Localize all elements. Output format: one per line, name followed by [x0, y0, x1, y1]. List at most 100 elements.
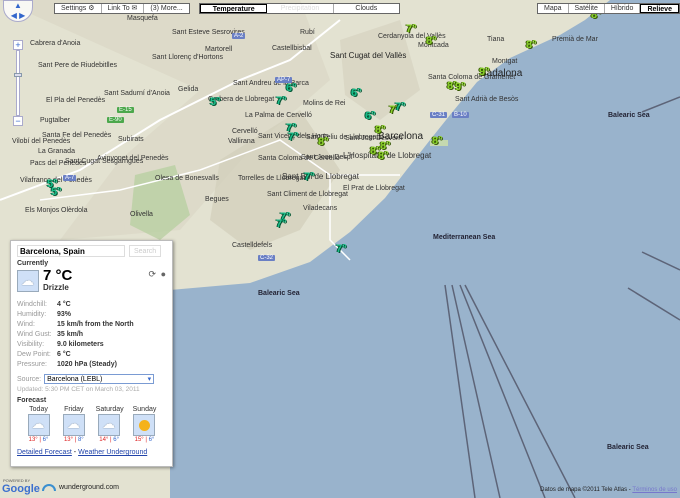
- station-marker[interactable]: 7°: [276, 218, 294, 230]
- layer-tabs: Temperature Precipitation Clouds: [199, 3, 400, 14]
- settings-button[interactable]: Settings ⚙: [55, 4, 102, 13]
- tab-temperature[interactable]: Temperature: [200, 4, 268, 13]
- station-marker[interactable]: 5°: [51, 186, 69, 198]
- map-label: Masquefa: [127, 15, 158, 22]
- road-shield: A-7: [63, 175, 77, 181]
- station-marker[interactable]: 8°: [426, 35, 444, 47]
- detail-key: Windchill:: [17, 301, 47, 308]
- sea-label: Balearic Sea: [607, 444, 649, 451]
- map-label: Pugtalber: [40, 117, 70, 124]
- road-shield: E-90: [107, 117, 124, 123]
- map-label: Montgat: [492, 58, 518, 65]
- station-marker[interactable]: 7°: [288, 131, 306, 143]
- weather-underground-link[interactable]: Weather Underground: [78, 449, 147, 456]
- detail-value: 1020 hPa (Steady): [57, 361, 117, 368]
- more-button[interactable]: (3) More...: [144, 4, 188, 13]
- chevron-down-icon: ▾: [147, 376, 152, 383]
- map-label: Sant Boi de Llobregat: [282, 172, 359, 181]
- link-to-label: Link To: [107, 5, 130, 12]
- conditions-details: Windchill: 4 °C Humidity: 93% Wind: 15 km/h…: [17, 300, 166, 370]
- map-type-satellite[interactable]: Satélite: [569, 4, 605, 13]
- wunderground-logo[interactable]: wunderground.com: [42, 484, 119, 491]
- detail-row: Pressure: 1020 hPa (Steady): [17, 360, 166, 370]
- day-name: Saturday: [95, 406, 124, 413]
- station-marker[interactable]: 9°: [479, 66, 497, 78]
- detail-key: Pressure:: [17, 361, 47, 368]
- low-temp: 8°: [77, 437, 84, 443]
- info-icon[interactable]: ●: [161, 269, 166, 279]
- source-value: Barcelona (LEBL): [47, 376, 103, 383]
- detail-row: Windchill: 4 °C: [17, 300, 166, 310]
- station-marker[interactable]: 6°: [365, 110, 383, 122]
- refresh-icon[interactable]: ⟳: [148, 269, 156, 280]
- low-temp: 6°: [42, 437, 49, 443]
- detail-key: Humidity:: [17, 311, 47, 318]
- current-temp: 7 °C: [43, 267, 73, 284]
- pan-up-icon[interactable]: ▲: [14, 1, 22, 10]
- pan-left-icon[interactable]: ◀: [11, 11, 17, 20]
- google-logo[interactable]: Google: [2, 483, 40, 495]
- zoom-in-button[interactable]: +: [13, 40, 23, 50]
- tab-precipitation[interactable]: Precipitation: [267, 4, 334, 13]
- map-type-hybrid[interactable]: Híbrido: [605, 4, 641, 13]
- map-label: Gelida: [178, 86, 199, 93]
- detail-key: Wind:: [17, 321, 35, 328]
- tab-clouds[interactable]: Clouds: [334, 4, 399, 13]
- forecast-heading: Forecast: [17, 397, 47, 404]
- pan-right-icon[interactable]: ▶: [19, 11, 25, 20]
- day-name: Friday: [64, 406, 84, 413]
- station-marker[interactable]: 7°: [276, 95, 294, 107]
- map-type-mapa[interactable]: Mapa: [538, 4, 569, 13]
- map-label: La Palma de Cervelló: [245, 112, 312, 119]
- zoom-handle[interactable]: [14, 73, 22, 77]
- station-marker[interactable]: 7°: [395, 101, 413, 113]
- detailed-forecast-link[interactable]: Detailed Forecast: [17, 449, 72, 456]
- forecast-day: Sunday 15° | 6°: [132, 406, 157, 443]
- station-marker[interactable]: 8°: [432, 135, 450, 147]
- detail-row: Humidity: 93%: [17, 310, 166, 320]
- road-shield: C-31: [430, 112, 448, 118]
- station-marker[interactable]: 6°: [286, 82, 304, 94]
- zoom-slider[interactable]: + −: [13, 40, 23, 128]
- location-input[interactable]: [17, 245, 125, 257]
- high-temp: 13°: [28, 437, 38, 443]
- detail-key: Visibility:: [17, 341, 45, 348]
- map-label: Vallirana: [228, 138, 255, 145]
- station-marker[interactable]: 8°: [378, 150, 396, 162]
- link-to-button[interactable]: Link To ✉: [102, 4, 145, 13]
- station-marker[interactable]: 8°: [318, 136, 336, 148]
- map-label: Viladecans: [303, 205, 338, 212]
- detail-row: Wind: 15 km/h from the North: [17, 320, 166, 330]
- detail-row: Wind Gust: 35 km/h: [17, 330, 166, 340]
- rain-icon: ☁: [62, 414, 85, 436]
- source-select[interactable]: Barcelona (LEBL) ▾: [44, 374, 155, 384]
- map-label: Sant Cugat del Vallès: [330, 51, 407, 60]
- zoom-track[interactable]: [14, 50, 22, 116]
- station-marker[interactable]: 8°: [526, 39, 544, 51]
- settings-label: Settings: [61, 5, 87, 12]
- map-label: Sant Pere de Riudebitlles: [38, 62, 117, 69]
- terms-link[interactable]: Términos de uso: [632, 487, 677, 493]
- forecast-day: Today ☁ 13° | 6°: [25, 406, 52, 443]
- sea-label: Balearic Sea: [608, 112, 650, 119]
- station-marker[interactable]: 7°: [406, 23, 424, 35]
- station-marker[interactable]: 5°: [210, 96, 228, 108]
- map-type-relief[interactable]: Relieve: [640, 4, 679, 13]
- day-name: Today: [29, 406, 48, 413]
- detail-value: 93%: [57, 311, 72, 318]
- forecast-days: Today ☁ 13° | 6° Friday ☁ 13° | 8° Saturday ☁…: [17, 406, 166, 443]
- station-marker[interactable]: 8°: [375, 124, 393, 136]
- high-temp: 15°: [134, 437, 144, 443]
- station-marker[interactable]: 7°: [304, 171, 322, 183]
- station-marker[interactable]: 6°: [351, 87, 369, 99]
- detail-value: 9.0 kilometers: [57, 341, 104, 348]
- wunderground-rainbow-icon: [42, 484, 56, 491]
- map-label: Castellbisbal: [272, 45, 312, 52]
- detail-value: 15 km/h from the North: [57, 321, 134, 328]
- station-marker[interactable]: 7°: [336, 243, 354, 255]
- low-temp: 6°: [113, 437, 120, 443]
- zoom-out-button[interactable]: −: [13, 116, 23, 126]
- map-label: Subirats: [118, 136, 144, 143]
- search-button[interactable]: Search: [129, 245, 162, 257]
- station-marker[interactable]: 9°: [455, 81, 473, 93]
